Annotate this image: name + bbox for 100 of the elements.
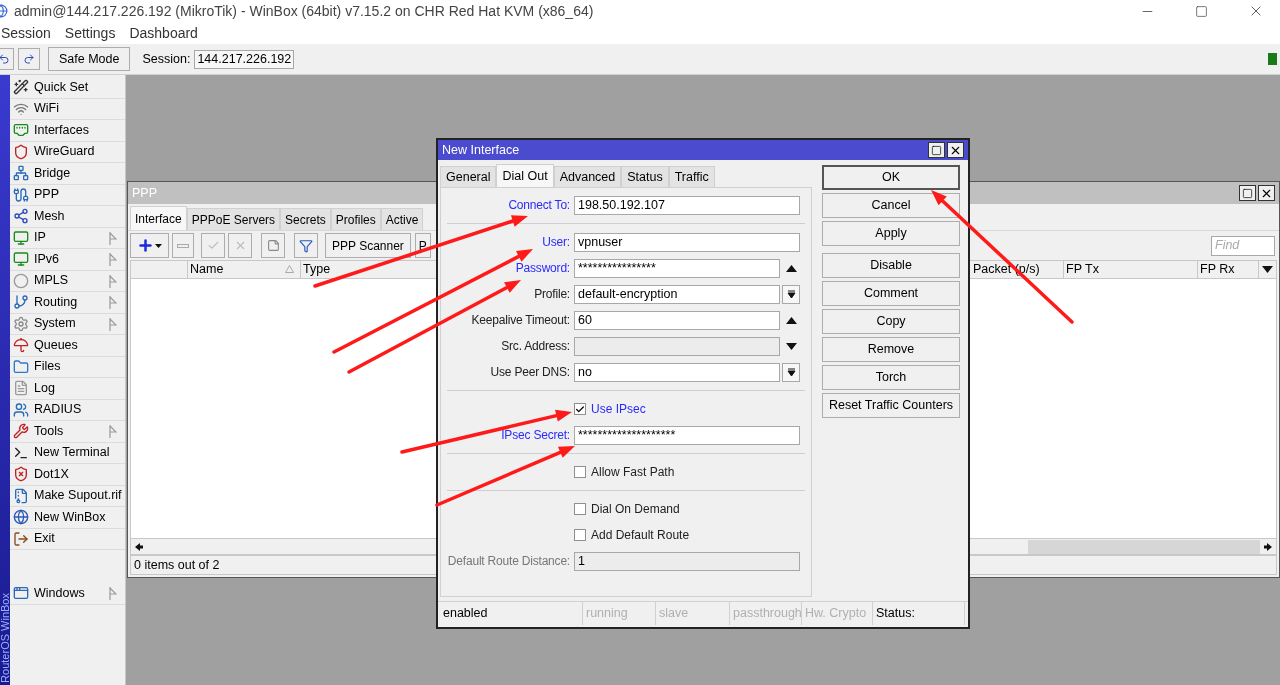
- input-field[interactable]: 60: [574, 310, 780, 330]
- toolbar-button[interactable]: PPP Scanner: [325, 233, 411, 258]
- column-header[interactable]: Name: [188, 261, 301, 278]
- status-indicator-icon: [1268, 53, 1277, 65]
- checkbox-label[interactable]: Dial On Demand: [591, 500, 680, 518]
- sidebar-item[interactable]: Mesh: [10, 206, 125, 228]
- input-field[interactable]: ****************: [574, 258, 780, 278]
- column-header[interactable]: FP Rx: [1198, 261, 1259, 278]
- field-label: User:: [542, 234, 570, 251]
- dialog-button[interactable]: OK: [822, 165, 960, 190]
- sidebar-item[interactable]: WiFi: [10, 98, 125, 120]
- dropdown-button[interactable]: [782, 362, 800, 382]
- tab[interactable]: PPPoE Servers: [186, 208, 281, 230]
- checkbox[interactable]: [574, 503, 586, 515]
- tab[interactable]: Interface: [130, 206, 187, 230]
- sidebar-item[interactable]: MPLS: [10, 270, 125, 292]
- dropdown-button[interactable]: [782, 284, 800, 304]
- session-field[interactable]: 144.217.226.192: [194, 49, 295, 69]
- maximize-button[interactable]: [1239, 185, 1256, 201]
- sidebar-item[interactable]: IP: [10, 227, 125, 249]
- sidebar-item[interactable]: Interfaces: [10, 120, 125, 142]
- undo-icon: [0, 53, 10, 65]
- tab[interactable]: Status: [621, 166, 669, 187]
- checkbox[interactable]: [574, 403, 586, 415]
- toolbar-button[interactable]: P: [414, 233, 431, 258]
- status-cell: Status:: [873, 602, 965, 625]
- input-field[interactable]: vpnuser: [574, 232, 800, 252]
- dialog-button[interactable]: Remove: [822, 337, 960, 362]
- dialog-button[interactable]: Torch: [822, 365, 960, 390]
- sidebar-item[interactable]: Queues: [10, 335, 125, 357]
- sidebar-item[interactable]: Make Supout.rif: [10, 485, 125, 507]
- tab[interactable]: Dial Out: [496, 164, 554, 187]
- shield-icon: [13, 143, 29, 160]
- maximize-button[interactable]: [928, 142, 945, 158]
- input-field[interactable]: 198.50.192.107: [574, 195, 800, 215]
- sidebar-item[interactable]: Tools: [10, 421, 125, 443]
- sidebar-item[interactable]: Log: [10, 378, 125, 400]
- status-text: 0 items out of 2: [134, 556, 220, 574]
- dialog-button[interactable]: Reset Traffic Counters: [822, 393, 960, 418]
- field-label: IPsec Secret:: [501, 427, 570, 444]
- umbrella-icon: [13, 337, 29, 354]
- column-menu-icon[interactable]: [1262, 266, 1273, 273]
- checkbox-label[interactable]: Allow Fast Path: [591, 463, 675, 481]
- sidebar-item[interactable]: System: [10, 313, 125, 335]
- tab[interactable]: Profiles: [330, 208, 381, 230]
- tab[interactable]: Secrets: [280, 208, 331, 230]
- checkbox[interactable]: [574, 466, 586, 478]
- filter-button[interactable]: [294, 233, 318, 258]
- comment-button[interactable]: [261, 233, 285, 258]
- dialog-button[interactable]: Cancel: [822, 193, 960, 218]
- sidebar-item[interactable]: Windows: [10, 583, 125, 605]
- sidebar-item[interactable]: RADIUS: [10, 399, 125, 421]
- menu-item[interactable]: Settings: [64, 22, 116, 44]
- tab[interactable]: Advanced: [553, 166, 622, 187]
- dialog-button[interactable]: Disable: [822, 253, 960, 278]
- exit-icon: [13, 530, 29, 547]
- close-button[interactable]: [1258, 185, 1275, 201]
- input-field[interactable]: default-encryption: [574, 284, 780, 304]
- dialog-button[interactable]: Comment: [822, 281, 960, 306]
- monitor-icon: [13, 251, 29, 268]
- safe-mode-button[interactable]: Safe Mode: [48, 47, 131, 71]
- sidebar-item[interactable]: New Terminal: [10, 442, 125, 464]
- maximize-icon: [1242, 187, 1253, 199]
- tab[interactable]: Active: [380, 208, 424, 230]
- sidebar-item[interactable]: Routing: [10, 292, 125, 314]
- sidebar-item[interactable]: Quick Set: [10, 77, 125, 99]
- tab[interactable]: Traffic: [668, 166, 715, 187]
- scrollbar-thumb[interactable]: [1028, 539, 1260, 554]
- cable-icon: [13, 186, 29, 203]
- checkbox-label[interactable]: Use IPsec: [591, 400, 646, 418]
- sidebar-item[interactable]: Files: [10, 356, 125, 378]
- checkbox-label[interactable]: Add Default Route: [591, 526, 690, 544]
- dialog-button[interactable]: Copy: [822, 309, 960, 334]
- input-field[interactable]: no: [574, 362, 780, 382]
- sidebar-item[interactable]: Exit: [10, 528, 125, 550]
- tab[interactable]: General: [440, 166, 497, 187]
- dialog-button[interactable]: Apply: [822, 221, 960, 246]
- field-label: Src. Address:: [501, 338, 570, 355]
- sidebar-item[interactable]: Dot1X: [10, 464, 125, 486]
- globe-icon: [13, 509, 29, 526]
- redo-button[interactable]: [18, 48, 40, 70]
- network-icon: [13, 165, 29, 182]
- sidebar-item[interactable]: PPP: [10, 184, 125, 206]
- close-button[interactable]: [947, 142, 964, 158]
- undo-button[interactable]: [0, 48, 14, 70]
- input-field[interactable]: ********************: [574, 425, 800, 445]
- checkbox[interactable]: [574, 529, 586, 541]
- sidebar-item[interactable]: Bridge: [10, 163, 125, 185]
- note-icon: [266, 239, 280, 252]
- status-cell: Hw. Crypto: [802, 602, 873, 625]
- menu-item[interactable]: Session: [1, 22, 51, 44]
- field-label: Password:: [515, 260, 570, 277]
- maximize-icon[interactable]: [1195, 4, 1208, 18]
- add-button[interactable]: [130, 233, 169, 258]
- menu-item[interactable]: Dashboard: [129, 22, 198, 44]
- sidebar-item[interactable]: WireGuard: [10, 141, 125, 163]
- column-header[interactable]: FP Tx: [1064, 261, 1198, 278]
- folder-icon: [13, 358, 29, 375]
- sidebar-item[interactable]: IPv6: [10, 249, 125, 271]
- sidebar-item[interactable]: New WinBox: [10, 507, 125, 529]
